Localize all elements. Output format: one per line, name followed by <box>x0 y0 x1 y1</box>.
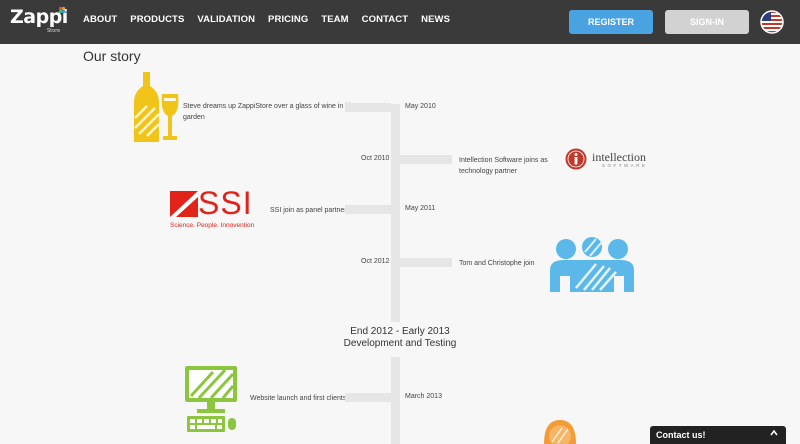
event-text-line: Intellection Software joins as <box>459 157 548 164</box>
ssi-logo-mark-icon <box>170 191 198 217</box>
nav-contact[interactable]: CONTACT <box>362 14 408 25</box>
nav-validation[interactable]: VALIDATION <box>197 14 255 25</box>
intellection-info-icon <box>565 148 587 170</box>
event-text-line: garden <box>183 114 205 121</box>
event-text: Intellection Software joins as technolog… <box>459 155 548 177</box>
wine-bottle-glass-icon <box>134 72 179 142</box>
brand-sub: Store <box>47 28 61 34</box>
event-text: Website launch and first clients <box>250 395 347 402</box>
event-date: Oct 2010 <box>361 155 390 162</box>
timeline-branch <box>345 205 391 214</box>
event-text: SSI join as panel partner <box>270 207 347 214</box>
timeline-spine <box>391 104 400 322</box>
chevron-up-icon[interactable] <box>770 429 778 437</box>
event-text-line: Steve dreams up ZappiStore over a glass … <box>183 103 355 110</box>
zappi-logo[interactable]: Zappi Store <box>10 6 68 40</box>
ssi-logo-tagline: Science. People. Innovention <box>170 222 255 229</box>
event-text-line: technology partner <box>459 168 517 175</box>
intellection-logo-name: intellection <box>592 150 646 164</box>
event-text: Tom and Christophe join <box>459 260 535 267</box>
nav-pricing[interactable]: PRICING <box>268 14 308 25</box>
orange-badge-icon <box>544 420 576 444</box>
timeline-branch <box>345 393 391 402</box>
contact-us-bar[interactable]: Contact us! <box>650 426 786 444</box>
phase-line: End 2012 - Early 2013 <box>350 326 450 337</box>
nav-about[interactable]: ABOUT <box>83 14 117 25</box>
nav-team[interactable]: TEAM <box>321 14 348 25</box>
ssi-logo-name: SSI <box>198 185 253 221</box>
main-nav: ABOUT PRODUCTS VALIDATION PRICING TEAM C… <box>83 14 463 25</box>
us-flag-icon[interactable] <box>760 10 784 34</box>
phase-label: End 2012 - Early 2013 Development and Te… <box>320 326 480 350</box>
phase-line: Development and Testing <box>343 338 457 349</box>
event-date: May 2010 <box>405 103 436 110</box>
timeline-spine-lower <box>391 357 400 444</box>
event-date: May 2011 <box>405 205 436 212</box>
timeline-branch <box>400 258 452 267</box>
event-date: Oct 2012 <box>361 258 390 265</box>
computer-icon <box>185 366 237 432</box>
contact-label: Contact us! <box>656 430 706 440</box>
signin-button[interactable]: SIGN-IN <box>665 10 749 34</box>
nav-news[interactable]: NEWS <box>421 14 450 25</box>
intellection-logo-sub: SOFTWARE <box>602 163 648 168</box>
team-people-icon <box>550 237 634 292</box>
nav-products[interactable]: PRODUCTS <box>130 14 184 25</box>
timeline-branch <box>345 103 391 112</box>
timeline-branch <box>400 155 452 164</box>
register-button[interactable]: REGISTER <box>569 10 653 34</box>
event-text: Steve dreams up ZappiStore over a glass … <box>183 101 354 123</box>
event-date: March 2013 <box>405 393 442 400</box>
page-title: Our story <box>83 48 141 64</box>
brand-flower-icon <box>58 6 66 14</box>
top-header: Zappi Store ABOUT PRODUCTS VALIDATION PR… <box>0 0 800 44</box>
